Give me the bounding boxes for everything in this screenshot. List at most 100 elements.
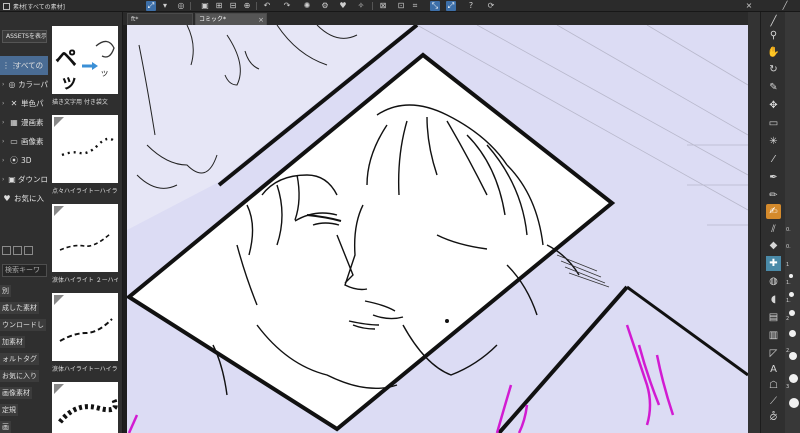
balloon-icon[interactable]: ☖ [766, 378, 781, 393]
text-icon[interactable]: A [766, 362, 781, 377]
blend-icon[interactable]: ✚ [766, 256, 781, 271]
tag-item[interactable]: 成した素材 [0, 299, 48, 316]
brush-size-label: 0. [786, 244, 791, 250]
brush-size-label: 1. [786, 280, 791, 286]
material-thumbnail[interactable]: ペ ッ ッ [52, 26, 118, 94]
pen-icon[interactable]: ✒ [766, 170, 781, 185]
grid-toggle-icon[interactable]: ⊟ [228, 1, 238, 11]
brush-size-dot[interactable] [789, 274, 793, 278]
tab-document-1[interactable]: ft* [127, 13, 193, 25]
brush-active-icon[interactable]: ✍ [766, 204, 781, 219]
sparkle-icon[interactable]: ✧ [356, 1, 366, 11]
tag-item[interactable]: 加素材 [0, 333, 48, 350]
folder-icon[interactable]: ▣ [200, 1, 210, 11]
assets-button[interactable]: ASSETSを表示 [2, 30, 47, 43]
brush-size-dot[interactable] [789, 398, 799, 408]
tag-item[interactable]: お気に入り [0, 367, 48, 384]
heart-icon: ♥ [3, 193, 11, 203]
tree-item-manga[interactable]: › ▦ 漫画素 [0, 113, 48, 132]
x-pattern-icon: ✕ [10, 98, 18, 108]
magic-wand-icon[interactable]: ✳ [766, 134, 781, 149]
tag-item[interactable]: ウンロードし [0, 316, 48, 333]
thumbnail-label: 点々ハイライトーハイラ [52, 188, 118, 195]
crosshair-icon[interactable]: ⊕ [242, 1, 252, 11]
material-panel-title: 素材[すべての素材] [0, 0, 122, 12]
ruler-toggle-icon[interactable]: ⊞ [214, 1, 224, 11]
tag-item[interactable]: 画像素材 [0, 384, 48, 401]
brush-size-dot[interactable] [789, 330, 796, 337]
brush-size-label: 3 [786, 384, 790, 390]
invert-icon[interactable]: ⊡ [396, 1, 406, 11]
tag-item[interactable]: 別 [0, 282, 48, 299]
airbrush-icon[interactable]: ⫽ [766, 222, 781, 237]
tag-item[interactable]: ォルトタグ [0, 350, 48, 367]
pen-top-icon[interactable]: ╱ [780, 1, 790, 11]
loading-icon[interactable]: ✺ [302, 1, 312, 11]
tree-item-all[interactable]: ⋮⋮ すべての [0, 56, 48, 75]
brush-size-dot[interactable] [789, 352, 797, 360]
tree-item-color[interactable]: › ◎ カラーパ [0, 75, 48, 94]
shape-icon[interactable]: ◸ [766, 346, 781, 361]
fill-alt-icon[interactable]: ◖ [766, 292, 781, 307]
eraser-icon[interactable]: ◆ [766, 238, 781, 253]
help-icon[interactable]: ? [466, 1, 476, 11]
snap-icon[interactable]: ⤡ [430, 1, 440, 11]
gradient-icon[interactable]: ▤ [766, 310, 781, 325]
tree-item-image[interactable]: › ▭ 画像素 [0, 132, 48, 151]
3d-icon: ⦿ [10, 155, 18, 165]
thumbnail-label: 涙体ハイライトーハイラ [52, 366, 118, 373]
material-thumbnail[interactable] [52, 115, 118, 183]
material-thumbnail[interactable] [52, 293, 118, 361]
material-thumbnail[interactable] [52, 204, 118, 272]
correct-icon[interactable]: ⦲ [766, 410, 781, 425]
tree-item-mono[interactable]: › ✕ 単色パ [0, 94, 48, 113]
operation-icon[interactable]: ✎ [766, 80, 781, 95]
material-thumbnail[interactable] [52, 382, 118, 433]
svg-text:ッ: ッ [100, 69, 109, 79]
grid-icon: ⋮⋮ [2, 60, 18, 70]
tag-icon[interactable] [13, 246, 22, 255]
brush-size-dot[interactable] [789, 310, 795, 316]
panel-title-text: 素材[すべての素材] [13, 3, 66, 11]
drawing-canvas[interactable] [127, 25, 748, 433]
tree-item-3d[interactable]: › ⦿ 3D [0, 151, 48, 170]
brush-size-dot[interactable] [789, 374, 798, 383]
navigator-icon[interactable]: ◎ [176, 1, 186, 11]
deselect-icon[interactable]: ⊠ [378, 1, 388, 11]
new-folder-icon[interactable] [2, 246, 11, 255]
document-tab-bar: ft* コミック* × [123, 12, 748, 25]
frame-icon[interactable]: ▥ [766, 328, 781, 343]
pencil-icon[interactable]: ✏ [766, 188, 781, 203]
hand-icon[interactable]: ✋ [766, 45, 781, 60]
ruler-icon[interactable]: ⟋ [766, 394, 781, 409]
zoom-icon[interactable]: ⚲ [766, 28, 781, 43]
eyedropper-icon[interactable]: ⁄ [766, 152, 781, 167]
tree-item-favorites[interactable]: ♥ お気に入 [0, 189, 48, 208]
delete-icon[interactable] [24, 246, 33, 255]
move-icon[interactable]: ✥ [766, 98, 781, 113]
refresh-icon[interactable]: ⟳ [486, 1, 496, 11]
thumbnail-label: 描き文字用 付き袋文 [52, 99, 108, 106]
select-rect-icon[interactable]: ▭ [766, 116, 781, 131]
canvas-scrollbar[interactable] [748, 12, 760, 433]
tab-document-comic[interactable]: コミック* × [195, 13, 267, 25]
gear-icon[interactable]: ⚙ [320, 1, 330, 11]
rotate-icon[interactable]: ↻ [766, 62, 781, 77]
tag-item[interactable]: 画 [0, 418, 48, 433]
fill-icon[interactable]: ◍ [766, 274, 781, 289]
redo-icon[interactable]: ↷ [282, 1, 292, 11]
tree-item-download[interactable]: › ▣ ダウンロ [0, 170, 48, 189]
undo-icon[interactable]: ↶ [262, 1, 272, 11]
expand-icon[interactable]: ⤢ [146, 1, 156, 11]
material-icon [3, 2, 10, 10]
search-input[interactable]: 検索キーワ [2, 264, 47, 277]
pen-tool-icon[interactable]: ╱ [766, 14, 781, 29]
tag-item[interactable]: 定規 [0, 401, 48, 418]
crop-icon[interactable]: ⌗ [410, 1, 420, 11]
snap-alt-icon[interactable]: ⤢ [446, 1, 456, 11]
heart-icon[interactable]: ♥ [338, 1, 348, 11]
close-icon[interactable]: × [744, 1, 754, 11]
chevron-down-icon[interactable]: ▾ [160, 1, 170, 11]
brush-size-label: 2 [786, 316, 790, 322]
brush-size-dot[interactable] [789, 292, 794, 297]
